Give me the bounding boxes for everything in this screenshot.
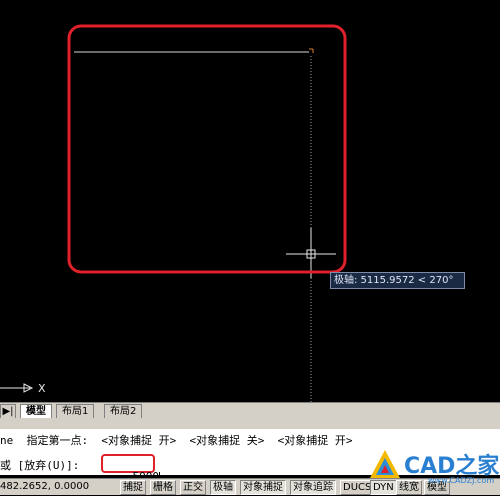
tab-layout2[interactable]: 布局2 [104, 404, 143, 418]
tab-model[interactable]: 模型 [20, 404, 52, 418]
tab-layout1[interactable]: 布局1 [56, 404, 95, 418]
command-history-line: ne 指定第一点: <对象捕捉 开> <对象捕捉 关> <对象捕捉 开> [0, 434, 353, 447]
drawing-canvas[interactable]: X 极轴: 5115.9572 < 270° [0, 0, 500, 402]
watermark: CAD之家 www.CADZJ.com [368, 446, 499, 488]
polar-tooltip-text: 极轴: 5115.9572 < 270° [334, 275, 454, 286]
highlight-box [67, 24, 347, 274]
watermark-url: www.CADZJ.com [428, 476, 495, 485]
polar-tooltip: 极轴: 5115.9572 < 270° [330, 272, 465, 289]
command-prompt: 或 [放弃(U)]: [0, 459, 80, 472]
grid-button[interactable]: 栅格 [150, 480, 176, 495]
endpoint-marker [309, 48, 314, 53]
tab-nav-button[interactable]: ▶| [0, 404, 16, 419]
ucs-icon [0, 383, 34, 393]
drawing-area[interactable]: X [0, 0, 500, 402]
ucs-x-label: X [38, 382, 46, 395]
coordinates-readout: 482.2652, 0.0000 [0, 481, 90, 492]
separator [0, 418, 500, 429]
otrack-button[interactable]: 对象追踪 [290, 480, 336, 495]
snap-button[interactable]: 捕捉 [120, 480, 146, 495]
polar-button[interactable]: 极轴 [210, 480, 236, 495]
layout-tabs-bar: ▶| 模型 布局1 布局2 [0, 402, 500, 419]
ortho-button[interactable]: 正交 [180, 480, 206, 495]
cad-logo-icon [370, 450, 400, 478]
osnap-button[interactable]: 对象捕捉 [240, 480, 286, 495]
